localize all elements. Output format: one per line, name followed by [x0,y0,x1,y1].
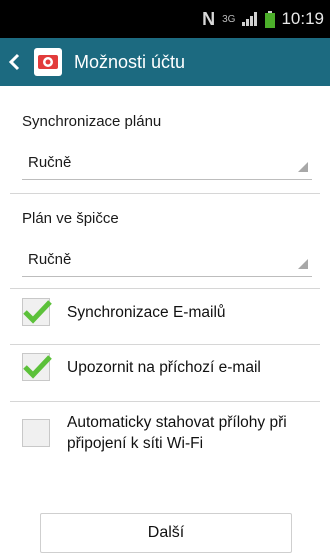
sync-schedule-spinner[interactable]: Ručně [22,146,312,180]
peak-schedule-value: Ručně [28,251,72,268]
battery-icon [265,10,276,28]
checkmark-icon [23,355,52,379]
clock: 10:19 [281,9,324,28]
sync-email-option[interactable]: Synchronizace E-mailů [22,298,322,326]
notify-email-checkbox[interactable] [22,353,52,381]
divider [10,401,320,402]
notify-email-label: Upozornit na příchozí e-mail [67,358,261,376]
checkmark-icon [23,300,52,324]
divider [10,193,320,194]
auto-download-label: Automaticky stahovat přílohy při připoje… [67,414,287,452]
auto-download-option[interactable]: Automaticky stahovat přílohy při připoje… [22,412,322,454]
page-title: Možnosti účtu [74,51,186,72]
auto-download-checkbox[interactable] [22,419,50,447]
status-bar: N 3G 10:19 [0,0,330,38]
spinner-corner-icon [298,159,308,176]
divider [10,288,320,289]
divider [10,344,320,345]
notify-email-option[interactable]: Upozornit na příchozí e-mail [22,353,322,381]
network-type-icon: 3G [222,13,236,25]
back-chevron-icon[interactable] [8,50,28,74]
sync-email-checkbox[interactable] [22,298,52,326]
nfc-icon: N [202,8,216,29]
sync-email-label: Synchronizace E-mailů [67,303,226,321]
next-button[interactable]: Další [40,513,292,553]
action-bar: Možnosti účtu [0,38,330,86]
spinner-corner-icon [298,256,308,273]
sync-schedule-value: Ručně [28,154,72,171]
peak-schedule-label: Plán ve špičce [22,210,119,227]
signal-icon [242,12,258,26]
email-app-icon[interactable] [34,48,62,76]
peak-schedule-spinner[interactable]: Ručně [22,243,312,277]
sync-schedule-label: Synchronizace plánu [22,113,162,130]
